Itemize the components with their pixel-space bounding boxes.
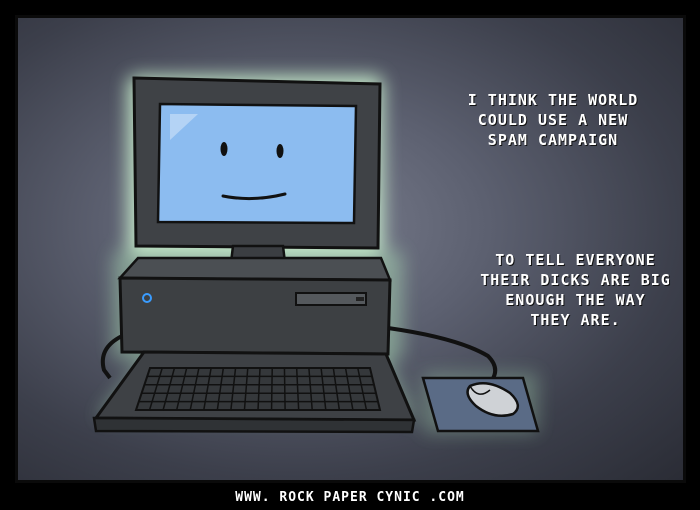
comic-panel: I THINK THE WORLD COULD USE A NEW SPAM C… [15, 15, 686, 483]
speech-caption-1: I THINK THE WORLD COULD USE A NEW SPAM C… [467, 91, 639, 149]
right-eye [276, 144, 284, 158]
comic-frame: I THINK THE WORLD COULD USE A NEW SPAM C… [0, 0, 700, 510]
disc-drive [295, 292, 367, 306]
computer-illustration [92, 76, 540, 434]
speech-caption-2: TO TELL EVERYONE THEIR DICKS ARE BIG ENO… [480, 251, 671, 329]
mouse-cable [387, 326, 498, 382]
mouse-pad [421, 376, 540, 433]
footer-url[interactable]: WWW. ROCK PAPER CYNIC .COM [0, 485, 700, 510]
keyboard [92, 350, 417, 434]
left-eye [220, 142, 228, 156]
desktop-case [117, 256, 392, 356]
